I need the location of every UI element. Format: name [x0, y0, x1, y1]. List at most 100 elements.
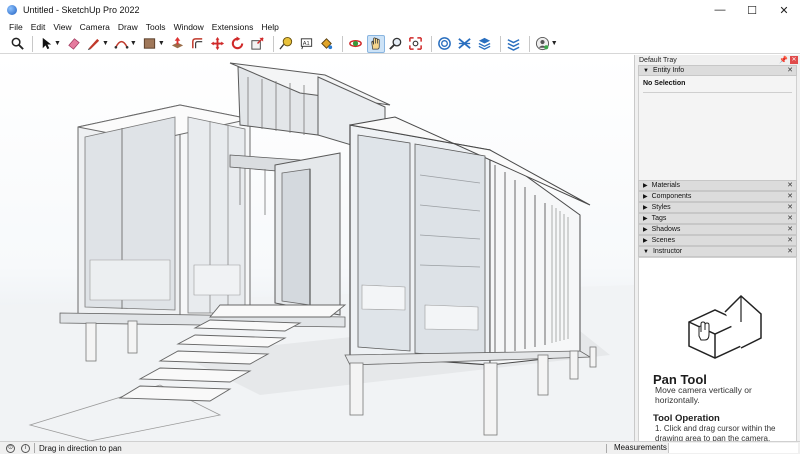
panel-components-header[interactable]: ▶ Components ✕ — [638, 191, 797, 202]
line-tool-chevron-down-icon[interactable]: ▼ — [102, 40, 109, 47]
panel-close-icon[interactable]: ✕ — [787, 236, 793, 246]
expanded-arrow-icon: ▼ — [643, 248, 649, 255]
panel-materials-label: Materials — [651, 182, 681, 189]
panel-tags-header[interactable]: ▶ Tags ✕ — [638, 213, 797, 224]
collapsed-arrow-icon: ▶ — [643, 194, 648, 200]
profile-chevron-down-icon[interactable]: ▼ — [551, 40, 558, 47]
divider — [34, 443, 35, 453]
menu-window[interactable]: Window — [170, 22, 208, 32]
pin-icon[interactable]: 📌 — [779, 56, 788, 64]
panel-close-icon[interactable]: ✕ — [787, 181, 793, 191]
collapsed-arrow-icon: ▶ — [643, 216, 648, 222]
pan-house-illustration-icon — [688, 294, 762, 359]
pan-icon[interactable] — [366, 34, 385, 53]
collapsed-arrow-icon: ▶ — [643, 227, 648, 233]
move-icon[interactable] — [209, 35, 227, 53]
arc-tool-icon[interactable] — [113, 35, 131, 53]
minimize-button[interactable]: — — [704, 0, 736, 20]
panel-instructor-label: Instructor — [652, 248, 683, 255]
eraser-icon[interactable] — [65, 35, 83, 53]
menu-extensions[interactable]: Extensions — [208, 22, 258, 32]
panel-close-icon[interactable]: ✕ — [787, 247, 793, 257]
rectangle-tool-chevron-down-icon[interactable]: ▼ — [158, 40, 165, 47]
tray-close-icon[interactable]: ✕ — [790, 56, 798, 64]
select-tool-icon[interactable] — [37, 35, 55, 53]
menu-tools[interactable]: Tools — [142, 22, 170, 32]
window-controls: — ☐ ✕ — [704, 0, 800, 20]
measurements-input[interactable] — [668, 443, 798, 453]
text-icon[interactable]: A1 — [298, 35, 316, 53]
rectangle-tool-icon[interactable] — [141, 35, 159, 53]
select-tool-chevron-down-icon[interactable]: ▼ — [54, 40, 61, 47]
tray-title-bar: Default Tray 📌 ✕ — [635, 55, 800, 65]
panel-components-label: Components — [651, 193, 692, 200]
tray-title: Default Tray — [639, 56, 677, 64]
main-toolbar: ▼ ▼ ▼ ▼ A1 ▼ — [0, 34, 800, 54]
menu-file[interactable]: File — [5, 22, 27, 32]
entity-info-body: No Selection — [638, 76, 797, 180]
toolbar-divider — [430, 35, 432, 52]
menu-view[interactable]: View — [49, 22, 75, 32]
window-title: Untitled - SketchUp Pro 2022 — [23, 5, 140, 15]
menu-help[interactable]: Help — [257, 22, 282, 32]
extension-manager-icon[interactable] — [505, 35, 523, 53]
menu-draw[interactable]: Draw — [114, 22, 142, 32]
scale-icon[interactable] — [249, 35, 267, 53]
panel-styles-header[interactable]: ▶ Styles ✕ — [638, 202, 797, 213]
push-pull-icon[interactable] — [169, 35, 187, 53]
zoom-icon[interactable] — [387, 35, 405, 53]
info-icon[interactable]: i — [21, 443, 30, 453]
drawing-area[interactable] — [0, 55, 634, 441]
instructor-body: Pan Tool Move camera vertically or horiz… — [638, 257, 797, 443]
toolbar-divider — [32, 35, 33, 52]
paint-bucket-icon[interactable] — [318, 35, 336, 53]
collapsed-arrow-icon: ▶ — [643, 238, 648, 244]
geo-location-icon[interactable]: ⊙ — [6, 443, 15, 453]
panel-tags-label: Tags — [651, 215, 667, 222]
entity-selection-text: No Selection — [643, 80, 686, 87]
sketchup-logo-icon — [7, 5, 17, 15]
expanded-arrow-icon: ▼ — [643, 67, 649, 74]
default-tray: Default Tray 📌 ✕ ▼ Entity Info ✕ No Sele… — [634, 55, 800, 443]
divider — [643, 92, 792, 93]
extension-warehouse-icon[interactable] — [456, 35, 474, 53]
panel-close-icon[interactable]: ✕ — [787, 214, 793, 224]
panel-materials-header[interactable]: ▶ Materials ✕ — [638, 180, 797, 191]
rotate-icon[interactable] — [229, 35, 247, 53]
panel-entity-info-label: Entity Info — [652, 67, 685, 74]
toolbar-divider — [528, 35, 530, 52]
arc-tool-chevron-down-icon[interactable]: ▼ — [130, 40, 137, 47]
instructor-description: Move camera vertically or horizontally. — [655, 385, 752, 405]
svg-text:A1: A1 — [303, 41, 310, 47]
panel-styles-label: Styles — [651, 204, 671, 211]
panel-shadows-header[interactable]: ▶ Shadows ✕ — [638, 224, 797, 235]
layout-icon[interactable] — [476, 35, 494, 53]
orbit-icon[interactable] — [347, 35, 365, 53]
menu-camera[interactable]: Camera — [76, 22, 114, 32]
panel-entity-info-header[interactable]: ▼ Entity Info ✕ — [638, 65, 797, 76]
panel-close-icon[interactable]: ✕ — [787, 66, 793, 76]
panel-scenes-header[interactable]: ▶ Scenes ✕ — [638, 235, 797, 246]
panel-instructor-header[interactable]: ▼ Instructor ✕ — [638, 246, 797, 257]
menu-edit[interactable]: Edit — [27, 22, 50, 32]
line-tool-icon[interactable] — [85, 35, 103, 53]
search-tool-icon[interactable] — [8, 35, 26, 53]
panel-close-icon[interactable]: ✕ — [787, 225, 793, 235]
close-button[interactable]: ✕ — [768, 0, 800, 20]
maximize-button[interactable]: ☐ — [736, 0, 768, 20]
panel-close-icon[interactable]: ✕ — [787, 203, 793, 213]
panel-close-icon[interactable]: ✕ — [787, 192, 793, 202]
profile-icon[interactable] — [534, 35, 552, 53]
collapsed-arrow-icon: ▶ — [643, 205, 648, 211]
offset-icon[interactable] — [189, 35, 207, 53]
title-bar: Untitled - SketchUp Pro 2022 — ☐ ✕ — [0, 0, 800, 20]
measurements-label: Measurements — [614, 443, 667, 452]
toolbar-divider — [499, 35, 501, 52]
instructor-subheading: Tool Operation — [653, 413, 720, 424]
tape-measure-icon[interactable] — [278, 35, 296, 53]
warehouse-icon[interactable] — [436, 35, 454, 53]
divider — [606, 444, 607, 453]
toolbar-divider — [272, 35, 274, 52]
panel-shadows-label: Shadows — [651, 226, 681, 233]
zoom-extents-icon[interactable] — [407, 35, 425, 53]
